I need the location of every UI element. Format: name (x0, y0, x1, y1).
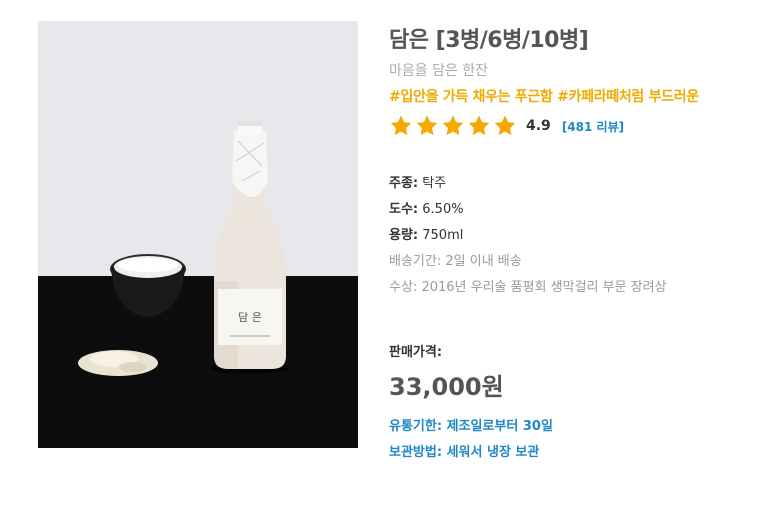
spec-delivery: 배송기간: 2일 이내 배송 (389, 250, 522, 269)
spec-award-key: 수상: (389, 280, 418, 295)
product-tags: #입안을 가득 채우는 푸근함 #카페라떼처럼 부드러운 (389, 89, 699, 105)
storage-value: 세워서 냉장 보관 (446, 445, 540, 460)
bottle-label-text: 담 은 (238, 311, 262, 324)
star-rating (389, 114, 517, 138)
expiry-info: 유통기한: 제조일로부터 30일 (389, 415, 553, 434)
product-title: 담은 [3병/6병/10병] (389, 28, 589, 53)
spec-type: 주종: 탁주 (389, 172, 446, 191)
spec-volume: 용량: 750ml (389, 224, 463, 243)
rating-score: 4.9 (526, 118, 551, 134)
storage-info: 보관방법: 세워서 냉장 보관 (389, 441, 539, 460)
spec-abv: 도수: 6.50% (389, 198, 464, 217)
spec-volume-value: 750ml (422, 228, 464, 243)
star-icon (390, 115, 412, 136)
expiry-key: 유통기한: (389, 419, 443, 434)
price-value: 33,000원 (389, 373, 504, 401)
star-icon (416, 115, 438, 136)
spec-volume-key: 용량: (389, 228, 419, 243)
spec-type-key: 주종: (389, 176, 419, 191)
spec-abv-key: 도수: (389, 202, 419, 217)
price-label: 판매가격: (389, 345, 443, 360)
storage-key: 보관방법: (389, 445, 443, 460)
product-subtitle: 마음을 담은 한잔 (389, 63, 489, 79)
spec-award: 수상: 2016년 우리술 품평회 생막걸리 부문 장려상 (389, 276, 667, 295)
expiry-value: 제조일로부터 30일 (446, 419, 553, 434)
star-icon (468, 115, 490, 136)
product-image: 담 은 (38, 21, 358, 448)
star-icon (494, 115, 516, 136)
spec-type-value: 탁주 (422, 176, 447, 191)
spec-award-value: 2016년 우리술 품평회 생막걸리 부문 장려상 (421, 280, 667, 295)
spec-abv-value: 6.50% (422, 202, 464, 217)
star-icon (442, 115, 464, 136)
review-count-link[interactable]: [481 리뷰] (562, 118, 624, 135)
spec-delivery-value: 2일 이내 배송 (445, 254, 522, 269)
spec-delivery-key: 배송기간: (389, 254, 442, 269)
rating-row: 4.9 [481 리뷰] (389, 114, 624, 138)
